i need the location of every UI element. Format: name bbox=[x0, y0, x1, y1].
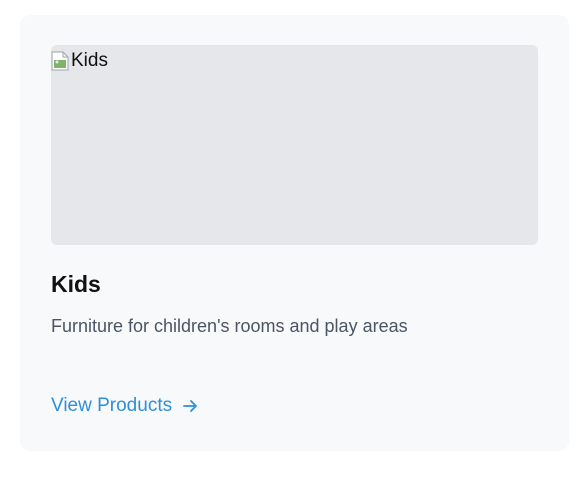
category-card: Kids Kids Furniture for children's rooms… bbox=[20, 15, 569, 451]
broken-image-icon bbox=[51, 51, 69, 71]
view-products-link[interactable]: View Products bbox=[51, 393, 198, 419]
category-image: Kids bbox=[51, 45, 538, 245]
image-alt-text: Kids bbox=[71, 50, 108, 71]
card-title: Kids bbox=[51, 271, 101, 297]
card-description: Furniture for children's rooms and play … bbox=[51, 316, 408, 336]
arrow-right-icon bbox=[182, 398, 198, 414]
view-products-label: View Products bbox=[51, 395, 173, 416]
broken-image: Kids bbox=[51, 49, 108, 73]
